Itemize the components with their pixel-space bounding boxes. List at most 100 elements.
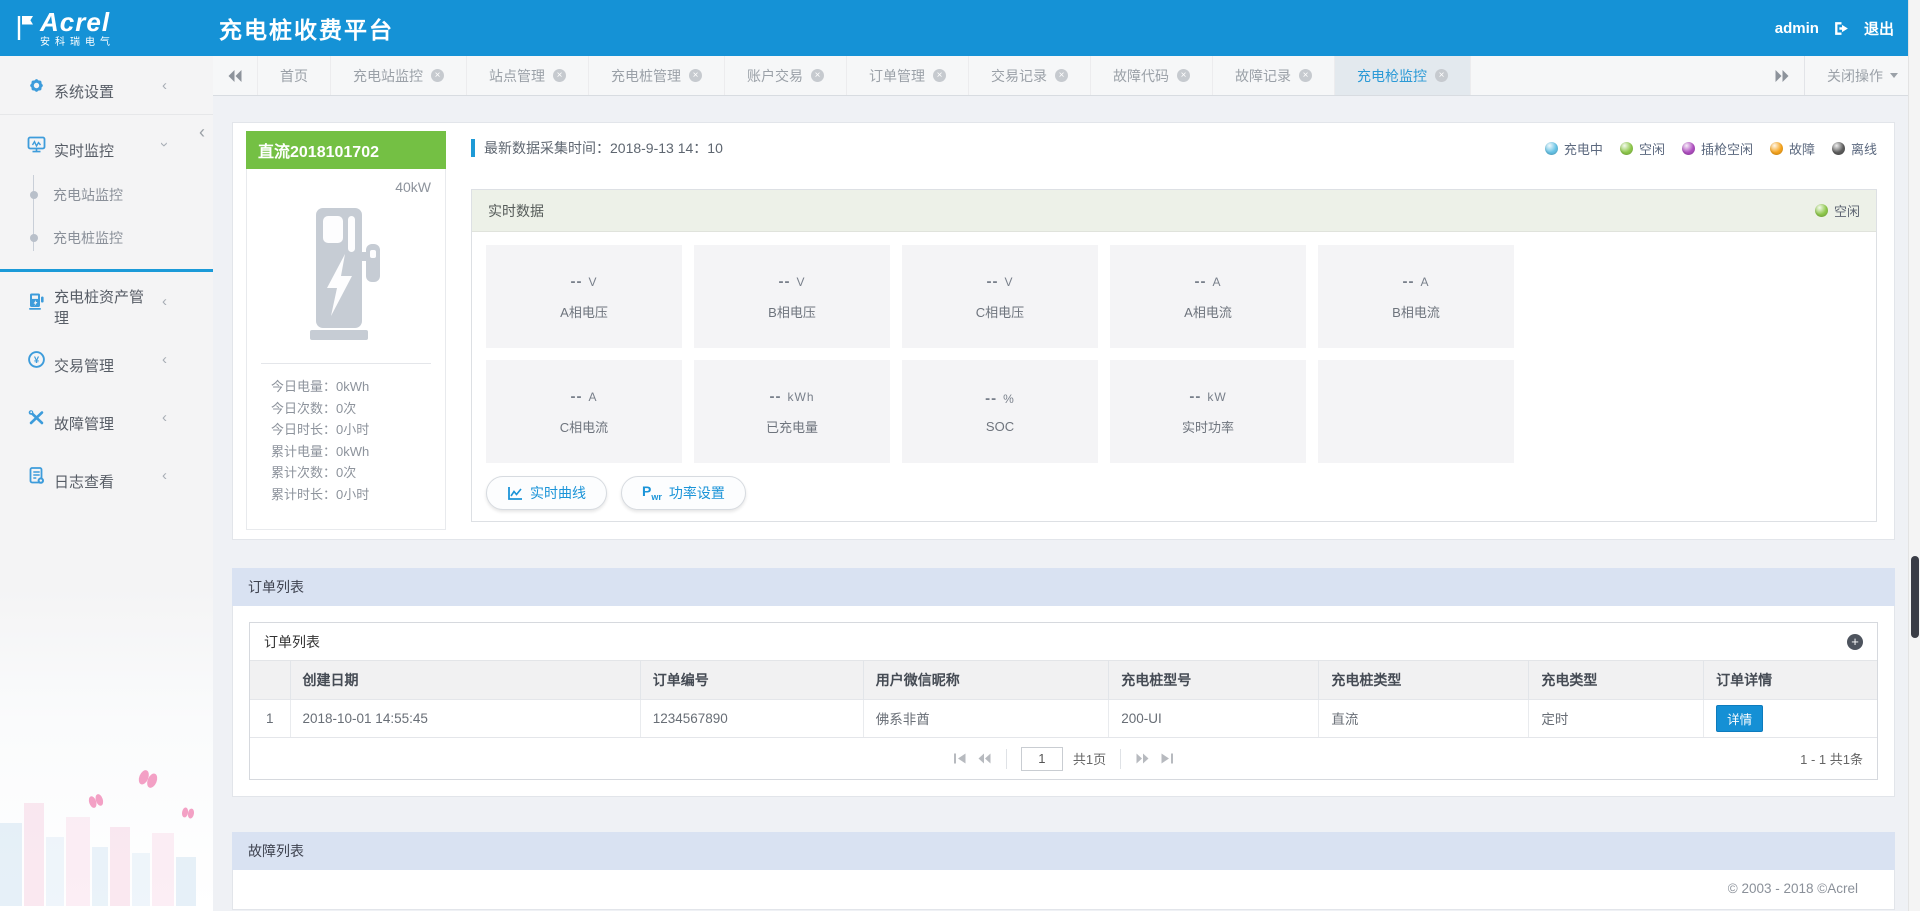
tab-label: 故障记录	[1235, 67, 1291, 84]
legend-plugged-idle: 插枪空闲	[1681, 139, 1753, 158]
legend-fault: 故障	[1769, 139, 1815, 158]
tab-gun-monitor[interactable]: 充电枪监控 ×	[1335, 56, 1471, 95]
metric-phase-b-voltage: -- V B相电压	[694, 245, 890, 348]
caret-down-icon	[1890, 73, 1898, 78]
column-header: 充电类型	[1528, 661, 1704, 699]
logout-icon[interactable]	[1833, 20, 1850, 37]
sidebar-item-pile-assets[interactable]: 充电桩资产管理 ‹	[0, 272, 213, 330]
tab-trade-records[interactable]: 交易记录 ×	[969, 56, 1091, 95]
accent-bar	[471, 139, 475, 157]
fault-section-title: 故障列表	[232, 832, 1895, 870]
tab-label: 交易记录	[991, 67, 1047, 84]
page-title: 充电桩收费平台	[219, 17, 394, 43]
tab-account-trade[interactable]: 账户交易 ×	[725, 56, 847, 95]
tabs-scroll-left-icon[interactable]	[213, 56, 257, 95]
tab-close-icon[interactable]: ×	[1055, 69, 1068, 82]
close-operations-label: 关闭操作	[1827, 67, 1883, 84]
legend-idle: 空闲	[1619, 139, 1665, 158]
tab-close-icon[interactable]: ×	[553, 69, 566, 82]
divider	[1120, 748, 1122, 769]
realtime-panel-title: 实时数据	[488, 202, 544, 219]
tab-label: 站点管理	[489, 67, 545, 84]
sidebar-item-realtime-monitor[interactable]: 实时监控 ›	[0, 115, 213, 173]
tab-station-monitor[interactable]: 充电站监控 ×	[331, 56, 467, 95]
cell-order-no: 1234567890	[639, 698, 864, 737]
order-detail-button[interactable]: 详情	[1716, 704, 1764, 732]
tab-order-mgmt[interactable]: 订单管理 ×	[847, 56, 969, 95]
pagination: 共1页 1 - 1 共1条	[250, 737, 1877, 779]
sidebar-item-label: 日志查看	[54, 473, 115, 491]
gun-monitor-panel: 直流2018101702 40kW 今日电量：0kWh 今日次数：0次 今日时长…	[232, 122, 1895, 540]
tab-close-icon[interactable]: ×	[1299, 69, 1312, 82]
tab-close-icon[interactable]: ×	[431, 69, 444, 82]
realtime-data-panel: 实时数据 空闲 -- V A相电压 -- V B相电压 -- V C相电压 -- A A相电流 …	[471, 189, 1877, 522]
sidebar-item-label: 故障管理	[54, 415, 115, 433]
last-page-icon[interactable]	[1160, 752, 1174, 765]
order-list-section: 订单列表 订单列表 + 创建日期 订单编号 用户微信昵称 充电桩型号 充电桩类型…	[232, 568, 1895, 797]
sidebar-item-system-settings[interactable]: 系统设置 ‹	[0, 56, 213, 114]
sidebar-item-transactions[interactable]: ¥ 交易管理 ‹	[0, 330, 213, 388]
close-operations-dropdown[interactable]: 关闭操作	[1804, 56, 1920, 95]
sidebar-item-pile-monitor[interactable]: 充电桩监控	[0, 216, 213, 259]
column-header: 订单编号	[639, 661, 864, 699]
order-table-panel: 订单列表 + 创建日期 订单编号 用户微信昵称 充电桩型号 充电桩类型 充电类型…	[249, 622, 1878, 780]
logout-label[interactable]: 退出	[1864, 18, 1894, 39]
stat-today-energy: 今日电量：0kWh	[271, 379, 370, 394]
next-page-icon[interactable]	[1135, 752, 1150, 765]
sidebar: ‹ 系统设置 ‹ 实时监控 › 充电站监控 充电桩监控 充电桩资产管理 ‹ ¥ …	[0, 56, 213, 911]
stat-today-count: 今日次数：0次	[271, 400, 357, 416]
page-number-input[interactable]	[1020, 746, 1063, 771]
username[interactable]: admin	[1775, 20, 1819, 37]
tab-close-icon[interactable]: ×	[933, 69, 946, 82]
chevron-left-icon: ‹	[162, 76, 167, 94]
first-page-icon[interactable]	[953, 752, 967, 765]
sidebar-subitem-label: 充电桩监控	[53, 229, 123, 246]
tab-fault-codes[interactable]: 故障代码 ×	[1091, 56, 1213, 95]
realtime-curve-button[interactable]: 实时曲线	[486, 476, 607, 510]
tabs-scroll-right-icon[interactable]	[1760, 69, 1804, 82]
tab-home[interactable]: 首页	[257, 56, 331, 95]
tab-fault-records[interactable]: 故障记录 ×	[1213, 56, 1335, 95]
chevron-left-icon: ‹	[162, 408, 167, 426]
table-row[interactable]: 1 2018-10-01 14:55:45 1234567890 佛系非酋 20…	[250, 698, 1877, 737]
fault-list-section: 故障列表 © 2003 - 2018 ©Acrel	[232, 832, 1895, 910]
tab-close-icon[interactable]: ×	[811, 69, 824, 82]
tab-label: 订单管理	[869, 67, 925, 84]
chevron-left-icon: ‹	[162, 350, 167, 368]
log-file-icon	[27, 466, 46, 485]
order-panel-title: 订单列表	[264, 633, 320, 650]
tab-site-mgmt[interactable]: 站点管理 ×	[467, 56, 589, 95]
record-range-label: 1 - 1 共1条	[1800, 752, 1863, 767]
chevron-left-icon: ‹	[162, 466, 167, 484]
power-settings-button[interactable]: Pwr 功率设置	[621, 476, 746, 510]
stat-total-duration: 累计时长：0小时	[271, 486, 370, 502]
stat-total-count: 累计次数：0次	[271, 465, 357, 480]
tab-close-icon[interactable]: ×	[1177, 69, 1190, 82]
tab-pile-mgmt[interactable]: 充电桩管理 ×	[589, 56, 725, 95]
tab-close-icon[interactable]: ×	[1435, 69, 1448, 82]
tab-label: 故障代码	[1113, 67, 1169, 84]
charger-icon	[27, 292, 46, 311]
sidebar-item-label: 充电桩资产管理	[54, 289, 145, 327]
chevron-left-icon: ‹	[162, 292, 167, 310]
order-table: 创建日期 订单编号 用户微信昵称 充电桩型号 充电桩类型 充电类型 订单详情 1…	[250, 661, 1877, 737]
status-ball-icon	[1831, 141, 1845, 155]
metric-phase-c-current: -- A C相电流	[486, 360, 682, 463]
add-icon[interactable]: +	[1847, 633, 1863, 650]
gun-card-title: 直流2018101702	[246, 131, 446, 169]
prev-page-icon[interactable]	[977, 752, 992, 765]
sidebar-item-station-monitor[interactable]: 充电站监控	[0, 173, 213, 216]
sidebar-item-logs[interactable]: 日志查看 ‹	[0, 446, 213, 504]
monitor-icon	[27, 135, 46, 154]
status-ball-icon	[1544, 141, 1558, 155]
sidebar-item-faults[interactable]: 故障管理 ‹	[0, 388, 213, 446]
column-header: 充电桩型号	[1108, 661, 1319, 699]
tab-label: 充电枪监控	[1357, 67, 1427, 84]
vertical-scrollbar[interactable]	[1908, 0, 1920, 911]
divider	[261, 363, 431, 364]
chart-icon	[508, 486, 522, 500]
scrollbar-thumb[interactable]	[1911, 556, 1919, 638]
gun-rated-power: 40kW	[395, 179, 431, 195]
tab-close-icon[interactable]: ×	[689, 69, 702, 82]
logo-subtext: 安科瑞电气	[40, 36, 115, 48]
